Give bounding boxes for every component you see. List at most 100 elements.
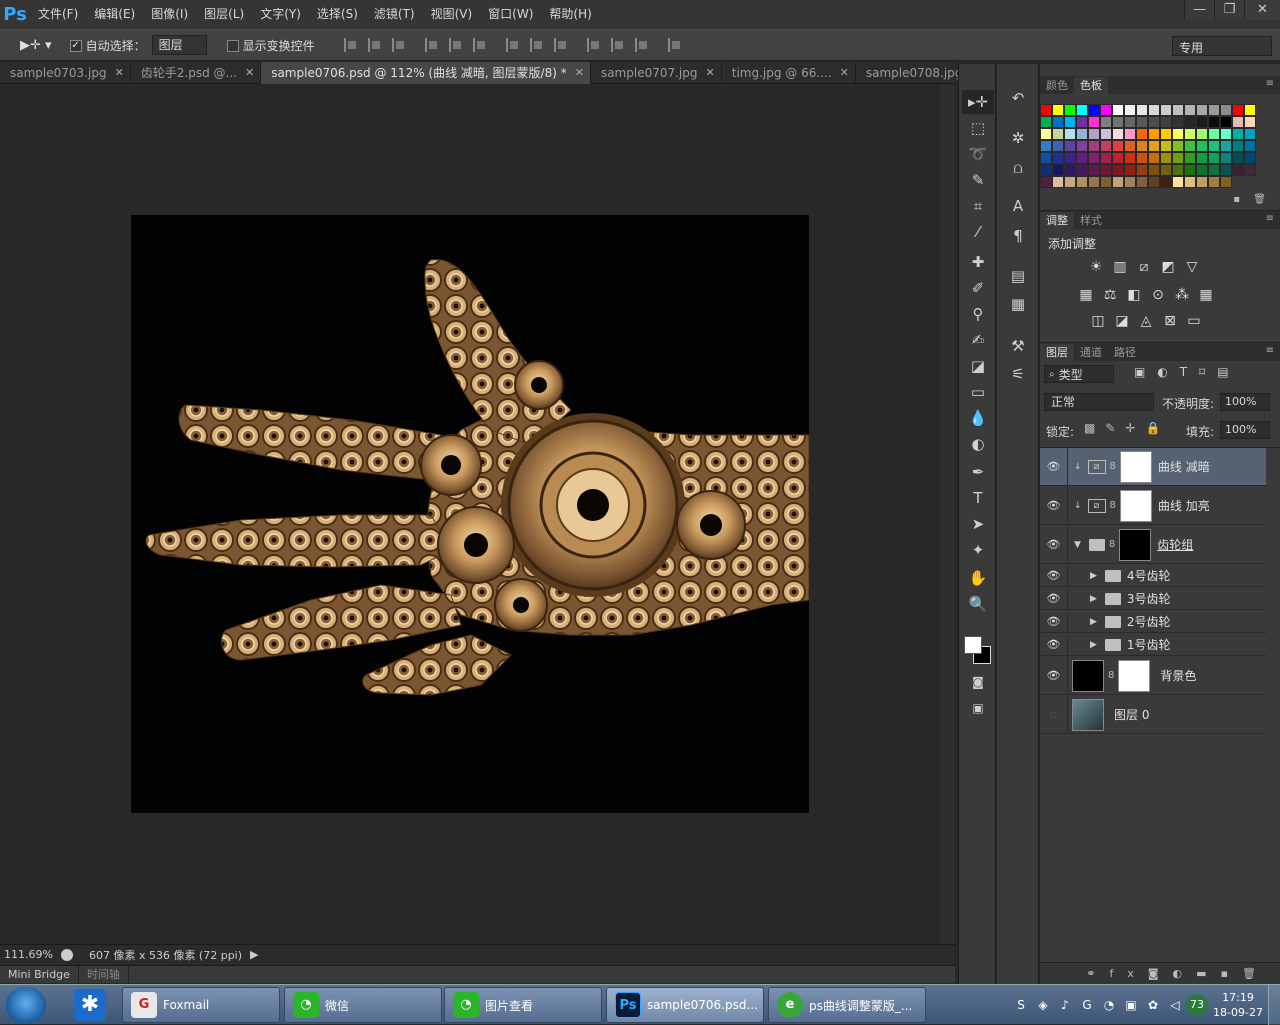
lock-icons[interactable]: ▩✎✛🔒 bbox=[1084, 421, 1170, 435]
taskbar-image-viewer[interactable]: ◔ 图片查看 bbox=[444, 987, 602, 1023]
color-swatch[interactable] bbox=[1148, 116, 1160, 128]
color-swatch[interactable] bbox=[1088, 152, 1100, 164]
align-bottom-icon[interactable] bbox=[391, 38, 406, 52]
black-white-icon[interactable]: ◧ bbox=[1122, 285, 1146, 305]
color-swatch[interactable] bbox=[1040, 176, 1052, 188]
color-swatch[interactable] bbox=[1076, 164, 1088, 176]
stamp-tool-icon[interactable]: ⚲ bbox=[959, 302, 997, 326]
color-swatch[interactable] bbox=[1184, 164, 1196, 176]
color-swatch[interactable] bbox=[1040, 152, 1052, 164]
color-swatch[interactable] bbox=[1064, 176, 1076, 188]
color-swatch[interactable] bbox=[1208, 104, 1220, 116]
color-swatch[interactable] bbox=[1124, 128, 1136, 140]
color-swatch[interactable] bbox=[1196, 140, 1208, 152]
visibility-eye-icon[interactable]: 👁 bbox=[1040, 657, 1068, 694]
tab-timeline[interactable]: 时间轴 bbox=[79, 965, 129, 984]
color-lookup-icon[interactable]: ▦ bbox=[1194, 285, 1218, 305]
color-swatch[interactable] bbox=[1136, 152, 1148, 164]
security-icon[interactable]: S bbox=[1010, 994, 1032, 1016]
color-swatch[interactable] bbox=[1232, 128, 1244, 140]
color-swatch[interactable] bbox=[1124, 116, 1136, 128]
color-swatch[interactable] bbox=[1148, 104, 1160, 116]
color-swatch[interactable] bbox=[1208, 176, 1220, 188]
color-swatch[interactable] bbox=[1232, 152, 1244, 164]
tab-mini-bridge[interactable]: Mini Bridge bbox=[0, 965, 79, 984]
distribute-bottom-icon[interactable] bbox=[553, 38, 568, 52]
color-swatch[interactable] bbox=[1208, 128, 1220, 140]
color-swatch[interactable] bbox=[1172, 164, 1184, 176]
color-balance-icon[interactable]: ⚖ bbox=[1098, 285, 1122, 305]
align-left-icon[interactable] bbox=[424, 38, 439, 52]
posterize-icon[interactable]: ◪ bbox=[1110, 311, 1134, 331]
layer-mask-thumbnail[interactable] bbox=[1119, 450, 1152, 483]
color-swatch[interactable] bbox=[1196, 116, 1208, 128]
move-tool-icon[interactable]: ▸✛ bbox=[962, 90, 994, 114]
vertical-scrollbar[interactable] bbox=[940, 85, 955, 945]
color-swatch[interactable] bbox=[1076, 152, 1088, 164]
eyedropper-tool-icon[interactable]: ⁄ bbox=[959, 220, 997, 244]
status-menu-arrow-icon[interactable]: ▶ bbox=[250, 948, 258, 961]
color-swatch[interactable] bbox=[1052, 140, 1064, 152]
color-swatch[interactable] bbox=[1160, 152, 1172, 164]
quick-select-tool-icon[interactable]: ✎ bbox=[959, 168, 997, 192]
color-swatch[interactable] bbox=[1124, 104, 1136, 116]
color-swatch[interactable] bbox=[1136, 176, 1148, 188]
visibility-eye-off-icon[interactable]: ▫ bbox=[1040, 696, 1068, 733]
canvas-area[interactable] bbox=[0, 85, 955, 945]
color-swatch[interactable] bbox=[1088, 164, 1100, 176]
invert-icon[interactable]: ◫ bbox=[1086, 311, 1110, 331]
color-swatch[interactable] bbox=[1244, 152, 1256, 164]
color-swatch[interactable] bbox=[1148, 176, 1160, 188]
taskbar-wechat[interactable]: ◔ 微信 bbox=[284, 987, 442, 1023]
color-swatch[interactable] bbox=[1064, 104, 1076, 116]
color-swatch[interactable] bbox=[1088, 104, 1100, 116]
color-swatch[interactable] bbox=[1184, 152, 1196, 164]
threshold-icon[interactable]: ◬ bbox=[1134, 311, 1158, 331]
color-swatch[interactable] bbox=[1064, 140, 1076, 152]
tab-paths[interactable]: 路径 bbox=[1108, 344, 1142, 361]
pinned-app-icon[interactable]: ✱ bbox=[74, 989, 106, 1021]
layer-row[interactable]: 👁 ▶ 1号齿轮 bbox=[1040, 634, 1266, 656]
taskbar-foxmail[interactable]: G Foxmail bbox=[122, 987, 280, 1023]
type-tool-icon[interactable]: T bbox=[959, 486, 997, 510]
color-swatch[interactable] bbox=[1220, 104, 1232, 116]
properties-panel-icon[interactable]: ▤ bbox=[997, 264, 1039, 288]
brush-settings-icon[interactable]: ✲ bbox=[997, 126, 1039, 150]
color-swatch[interactable] bbox=[1160, 116, 1172, 128]
menu-window[interactable]: 窗口(W) bbox=[480, 0, 541, 29]
menu-select[interactable]: 选择(S) bbox=[309, 0, 366, 29]
link-layers-icon[interactable]: ⚭ bbox=[1086, 967, 1109, 980]
menu-filter[interactable]: 滤镜(T) bbox=[366, 0, 423, 29]
color-swatch[interactable] bbox=[1136, 116, 1148, 128]
sync-icon[interactable]: ✿ bbox=[1142, 994, 1164, 1016]
layer-name[interactable]: 曲线 加亮 bbox=[1158, 497, 1210, 514]
color-swatch[interactable] bbox=[1148, 128, 1160, 140]
show-transform-checkbox[interactable] bbox=[226, 38, 243, 52]
layer-thumbnail[interactable] bbox=[1072, 698, 1104, 731]
align-vcenter-icon[interactable] bbox=[367, 38, 382, 52]
visibility-eye-icon[interactable]: 👁 bbox=[1040, 611, 1068, 632]
tab-layers[interactable]: 图层 bbox=[1040, 344, 1074, 361]
close-icon[interactable]: ✕ bbox=[706, 62, 715, 84]
color-swatch[interactable] bbox=[1064, 152, 1076, 164]
layer-name[interactable]: 1号齿轮 bbox=[1127, 636, 1171, 653]
color-swatch[interactable] bbox=[1172, 128, 1184, 140]
color-swatch[interactable] bbox=[1052, 116, 1064, 128]
color-swatch[interactable] bbox=[1196, 152, 1208, 164]
color-swatch[interactable] bbox=[1184, 140, 1196, 152]
blur-tool-icon[interactable]: 💧 bbox=[959, 406, 997, 430]
visibility-eye-icon[interactable]: 👁 bbox=[1040, 565, 1068, 586]
color-swatch[interactable] bbox=[1052, 152, 1064, 164]
color-swatch[interactable] bbox=[1136, 164, 1148, 176]
chain-link-icon[interactable]: 8 bbox=[1110, 500, 1116, 511]
menu-file[interactable]: 文件(F) bbox=[30, 0, 86, 29]
color-swatch[interactable] bbox=[1244, 128, 1256, 140]
clock[interactable]: 17:19 18-09-27 bbox=[1208, 990, 1268, 1020]
align-hcenter-icon[interactable] bbox=[448, 38, 463, 52]
menu-edit[interactable]: 编辑(E) bbox=[86, 0, 143, 29]
exposure-icon[interactable]: ◩ bbox=[1156, 257, 1180, 277]
chain-link-icon[interactable]: 8 bbox=[1109, 539, 1115, 550]
layer-name[interactable]: 齿轮组 bbox=[1157, 536, 1193, 553]
color-swatch[interactable] bbox=[1220, 176, 1232, 188]
tab-channels[interactable]: 通道 bbox=[1074, 344, 1108, 361]
